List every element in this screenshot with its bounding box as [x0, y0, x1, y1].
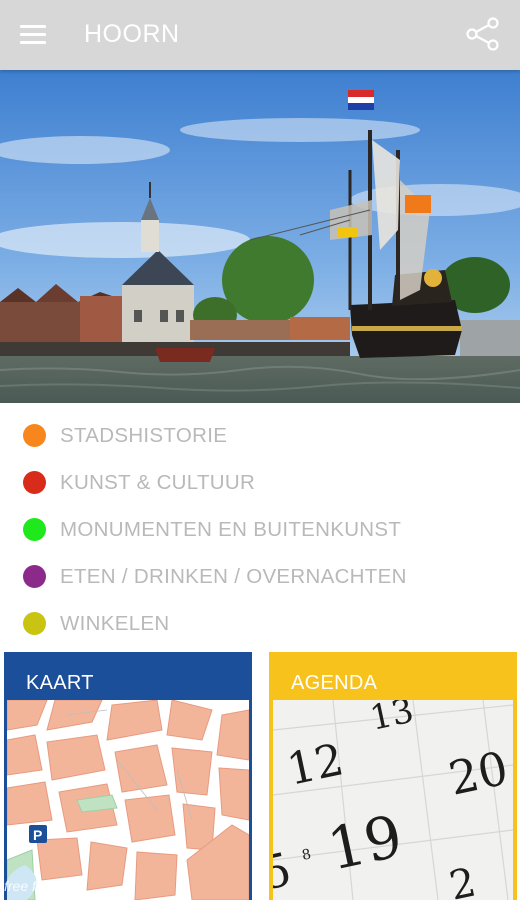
app-bar: HOORN [0, 0, 520, 70]
category-label: WINKELEN [60, 612, 170, 635]
kaart-tile-header: KAART [4, 652, 252, 700]
category-item-eten-drinken[interactable]: ETEN / DRINKEN / OVERNACHTEN [0, 553, 520, 600]
category-dot-icon [23, 424, 46, 447]
svg-text:P: P [33, 827, 42, 843]
category-label: STADSHISTORIE [60, 424, 228, 447]
category-item-monumenten[interactable]: MONUMENTEN EN BUITENKUNST [0, 506, 520, 553]
category-dot-icon [23, 471, 46, 494]
category-dot-icon [23, 565, 46, 588]
category-label: ETEN / DRINKEN / OVERNACHTEN [60, 565, 407, 588]
hamburger-menu-icon[interactable] [20, 24, 48, 46]
calendar-icon: 13 12 20 19 5 8 2 [273, 700, 513, 900]
category-dot-icon [23, 612, 46, 635]
category-item-kunst-cultuur[interactable]: KUNST & CULTUUR [0, 459, 520, 506]
category-label: KUNST & CULTUUR [60, 471, 256, 494]
category-item-winkelen[interactable]: WINKELEN [0, 600, 520, 647]
city-map-icon: P [7, 700, 249, 900]
category-item-stadshistorie[interactable]: STADSHISTORIE [0, 412, 520, 459]
kaart-tile-label: KAART [26, 672, 94, 694]
kaart-tile[interactable]: KAART P [4, 652, 252, 900]
agenda-tile-header: AGENDA [269, 652, 517, 700]
share-icon[interactable] [464, 15, 502, 53]
app-title: HOORN [84, 20, 180, 48]
agenda-tile[interactable]: AGENDA 13 12 20 19 5 8 2 [269, 652, 517, 900]
watermark-text: free fo [4, 878, 44, 894]
category-list: STADSHISTORIE KUNST & CULTUUR MONUMENTEN… [0, 412, 520, 647]
category-dot-icon [23, 518, 46, 541]
agenda-tile-label: AGENDA [291, 672, 378, 694]
category-label: MONUMENTEN EN BUITENKUNST [60, 518, 402, 541]
hero-harbour-photo [0, 70, 520, 403]
